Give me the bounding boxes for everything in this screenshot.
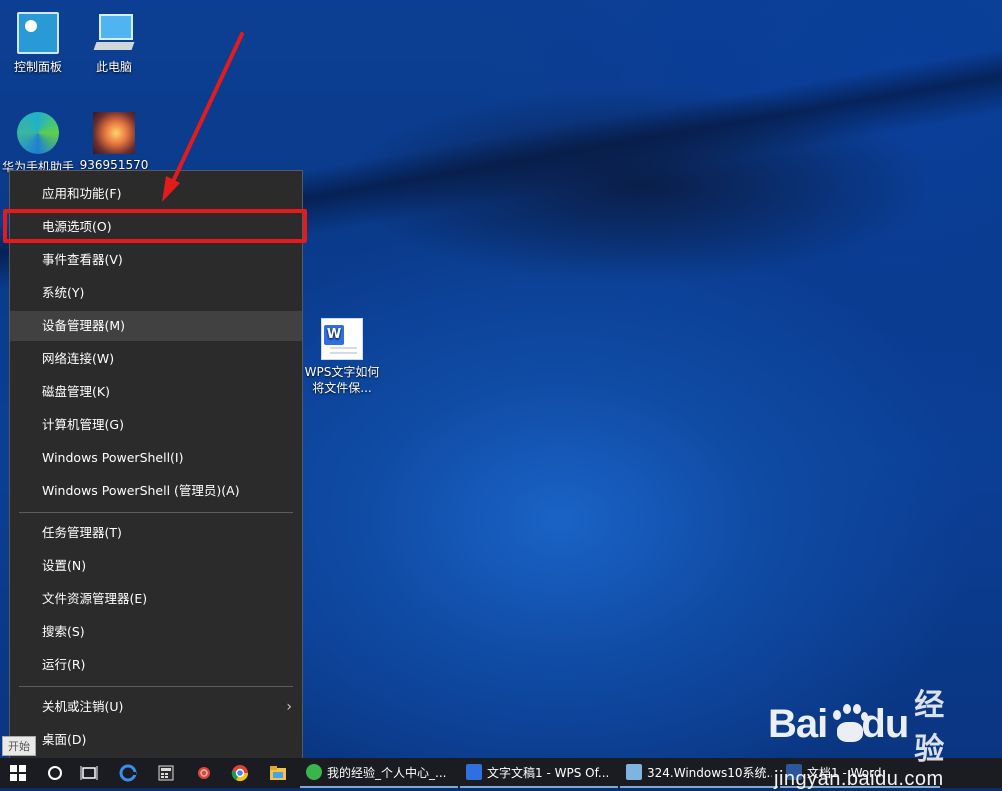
menu-item-powershell-admin[interactable]: Windows PowerShell (管理员)(A)	[10, 476, 302, 506]
calculator-icon	[158, 765, 174, 781]
menu-item-label: Windows PowerShell(I)	[42, 450, 184, 465]
menu-item-label: 网络连接(W)	[42, 351, 115, 366]
wps-document-icon: W	[321, 318, 363, 360]
menu-item-label: 系统(Y)	[42, 285, 85, 300]
menu-separator	[19, 686, 293, 687]
desktop-icon-label: WPS文字如何将文件保...	[304, 365, 380, 395]
menu-separator	[19, 512, 293, 513]
menu-item-file-explorer[interactable]: 文件资源管理器(E)	[10, 584, 302, 614]
menu-item-label: 任务管理器(T)	[42, 525, 122, 540]
menu-item-label: 磁盘管理(K)	[42, 384, 110, 399]
menu-item-run[interactable]: 运行(R)	[10, 650, 302, 680]
menu-item-disk-management[interactable]: 磁盘管理(K)	[10, 377, 302, 407]
taskbar-app-notepad[interactable]: 324.Windows10系统...	[620, 758, 778, 788]
w-letter-icon: W	[324, 325, 344, 345]
task-view-button[interactable]	[72, 758, 106, 788]
red-arrow-annotation	[162, 32, 244, 202]
taskbar-app-label: 文字文稿1 - WPS Of...	[487, 765, 610, 780]
file-explorer-pinned[interactable]	[260, 758, 296, 788]
menu-item-label: 设备管理器(M)	[42, 318, 126, 333]
edge-pinned[interactable]	[110, 758, 146, 788]
menu-item-shutdown-signout[interactable]: 关机或注销(U) ›	[10, 692, 302, 722]
cortana-button[interactable]	[38, 758, 72, 788]
taskbar-app-label: 我的经验_个人中心_...	[327, 765, 447, 780]
watermark-cn: 经验	[914, 689, 944, 766]
task-view-icon	[80, 766, 98, 780]
baidu-jingyan-watermark: Bai du 经验 jingyan.baidu.com	[768, 680, 958, 791]
edge-browser-icon	[119, 764, 137, 782]
menu-item-label: 文件资源管理器(E)	[42, 591, 148, 606]
calculator-pinned[interactable]	[148, 758, 184, 788]
start-button[interactable]	[0, 758, 36, 788]
menu-item-label: 计算机管理(G)	[42, 417, 124, 432]
menu-item-label: Windows PowerShell (管理员)(A)	[42, 483, 240, 498]
menu-item-powershell[interactable]: Windows PowerShell(I)	[10, 443, 302, 473]
menu-item-network-connections[interactable]: 网络连接(W)	[10, 344, 302, 374]
taskbar-app-label: 324.Windows10系统...	[647, 765, 772, 780]
win-x-context-menu: 应用和功能(F) 电源选项(O) 事件查看器(V) 系统(Y) 设备管理器(M)…	[9, 170, 303, 764]
menu-item-search[interactable]: 搜索(S)	[10, 617, 302, 647]
menu-item-label: 关机或注销(U)	[42, 699, 124, 714]
menu-item-label: 运行(R)	[42, 657, 86, 672]
menu-item-desktop[interactable]: 桌面(D)	[10, 725, 302, 755]
chrome-pinned[interactable]	[222, 758, 258, 788]
menu-item-task-manager[interactable]: 任务管理器(T)	[10, 518, 302, 548]
cortana-circle-icon	[48, 766, 62, 780]
folder-icon	[270, 766, 286, 780]
menu-item-label: 事件查看器(V)	[42, 252, 123, 267]
menu-item-event-viewer[interactable]: 事件查看器(V)	[10, 245, 302, 275]
windows-logo-icon	[10, 765, 26, 781]
menu-item-settings[interactable]: 设置(N)	[10, 551, 302, 581]
menu-item-device-manager[interactable]: 设备管理器(M)	[10, 311, 302, 341]
taskbar-app-wps[interactable]: 文字文稿1 - WPS Of...	[460, 758, 618, 788]
watermark-brand: Bai	[768, 701, 828, 746]
desktop-icon-wps-doc[interactable]: W WPS文字如何将文件保...	[302, 318, 382, 396]
watermark-brand-suffix: du	[861, 701, 909, 746]
baidu-paw-icon	[829, 704, 869, 744]
taskbar-app-browser[interactable]: 我的经验_个人中心_...	[300, 758, 458, 788]
wps-writer-icon	[466, 764, 482, 780]
menu-item-computer-management[interactable]: 计算机管理(G)	[10, 410, 302, 440]
chrome-icon	[231, 765, 249, 782]
notepad-icon	[626, 764, 642, 780]
start-tooltip: 开始	[2, 736, 36, 756]
ie-green-icon	[306, 764, 322, 780]
menu-item-label: 搜索(S)	[42, 624, 85, 639]
chevron-right-icon: ›	[286, 699, 292, 715]
snail-app-pinned[interactable]	[186, 758, 222, 788]
menu-item-label: 设置(N)	[42, 558, 87, 573]
menu-item-label: 桌面(D)	[42, 732, 87, 747]
menu-item-system[interactable]: 系统(Y)	[10, 278, 302, 308]
snail-app-icon	[198, 767, 210, 779]
